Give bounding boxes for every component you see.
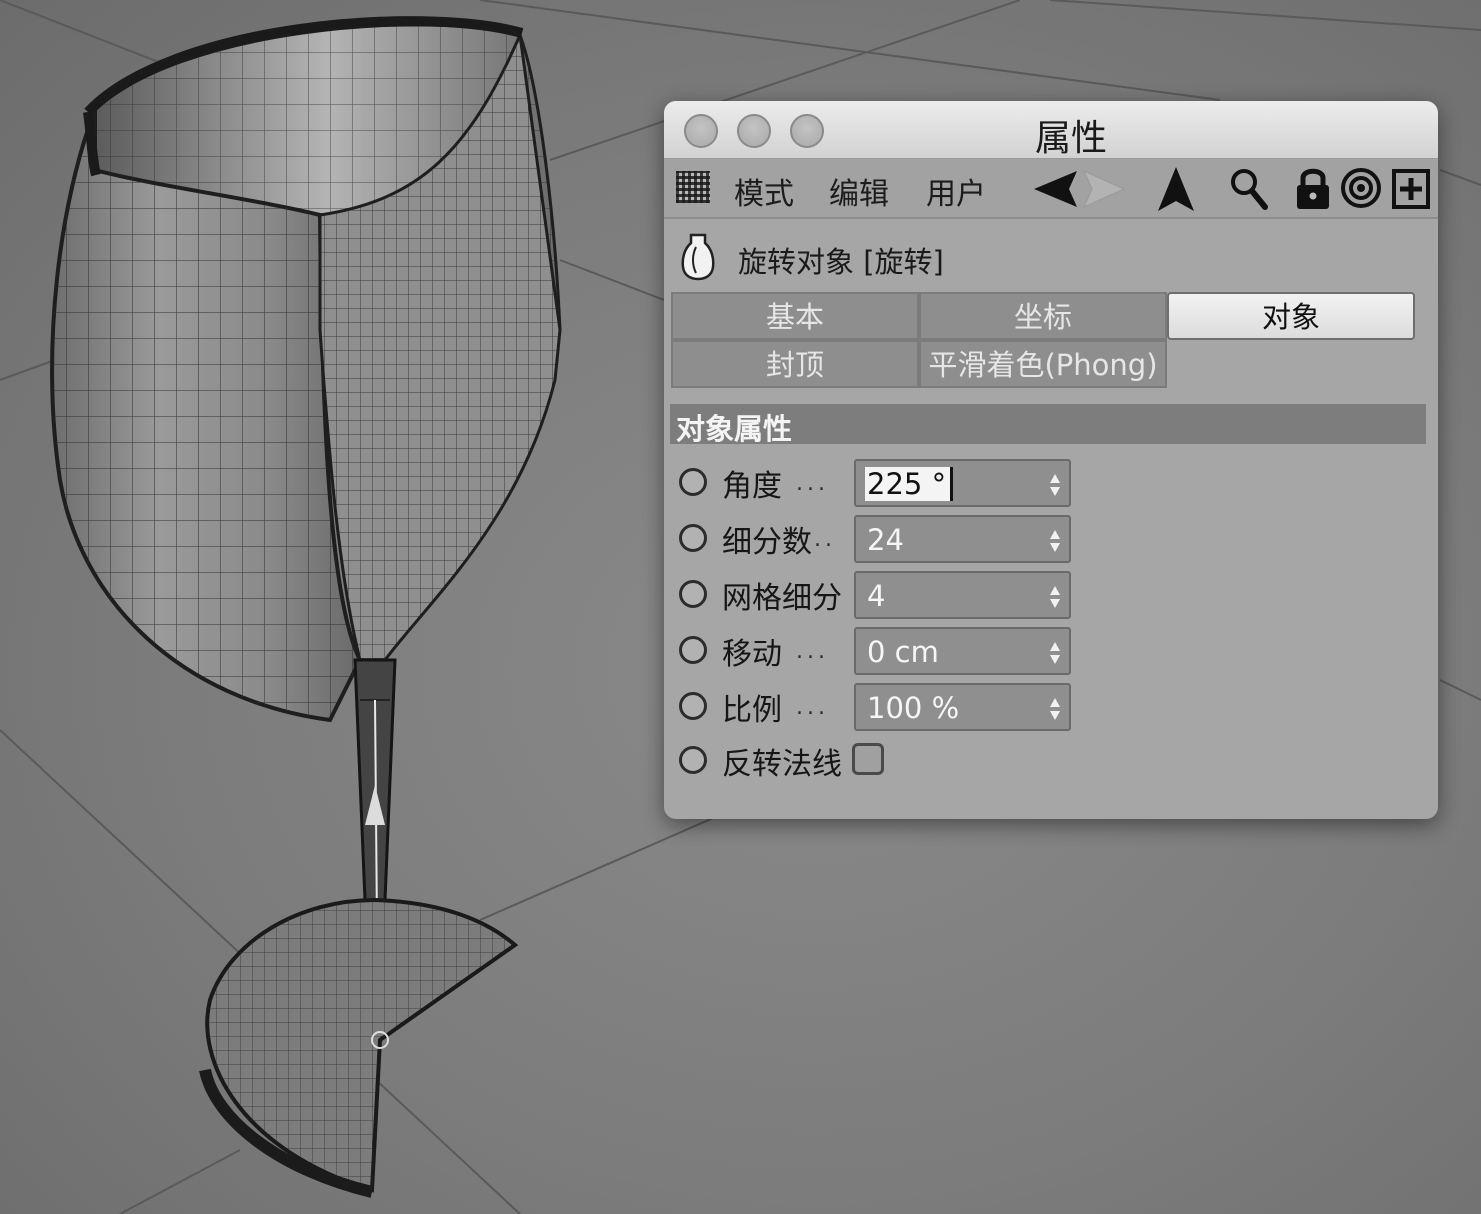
lock-icon[interactable] [1294,165,1332,211]
target-icon[interactable] [1340,167,1382,209]
menu-user[interactable]: 用户 [926,169,986,213]
lathe-object-icon [681,233,715,281]
property-label: 网格细分 [722,581,842,616]
animate-radio[interactable] [679,580,707,608]
isoparm-subdivisions-value: 4 [867,579,886,613]
tab-basic[interactable]: 基本 [671,292,919,340]
property-reverse-normals: 反转法线 [664,737,1438,789]
attributes-window: 属性 模式 编辑 用户 旋转对象 [旋转] 基本 坐标 对象 封顶 平滑着色(P… [664,101,1438,819]
object-header: 旋转对象 [旋转] [664,221,1438,293]
section-header: 对象属性 [670,404,1426,446]
tab-coordinates[interactable]: 坐标 [919,292,1167,340]
animate-radio[interactable] [679,468,707,496]
property-dots: ... [796,695,829,720]
back-arrow-icon[interactable] [1029,167,1129,211]
menu-bar: 模式 编辑 用户 [664,159,1438,219]
property-scale: 比例 ... 100 % [664,683,1438,735]
property-isoparm-subdivisions: 网格细分 4 [664,571,1438,623]
property-label: 比例 [722,693,782,728]
window-title: 属性 [1034,118,1107,159]
property-label: 反转法线 [722,747,842,782]
property-label: 移动 [722,637,782,672]
menu-mode[interactable]: 模式 [734,169,794,213]
angle-value: 225 ° [865,467,954,501]
property-dots: ... [796,471,829,496]
property-label: 角度 [722,469,782,504]
movement-value: 0 cm [867,635,939,669]
spinner-icon[interactable] [1049,585,1061,609]
animate-radio[interactable] [679,692,707,720]
angle-input[interactable]: 225 ° [854,459,1071,507]
spinner-icon[interactable] [1049,641,1061,665]
up-arrow-icon[interactable] [1154,165,1198,213]
animate-radio[interactable] [679,636,707,664]
object-label: 旋转对象 [旋转] [738,245,944,279]
property-label: 细分数 [722,525,812,560]
spinner-icon[interactable] [1049,697,1061,721]
section-title: 对象属性 [676,412,793,446]
tab-phong[interactable]: 平滑着色(Phong) [919,340,1167,388]
property-angle: 角度 ... 225 ° [664,459,1438,511]
new-panel-icon[interactable] [1392,169,1430,209]
scale-value: 100 % [867,691,960,725]
window-titlebar[interactable]: 属性 [664,101,1438,159]
spinner-icon[interactable] [1049,473,1061,497]
animate-radio[interactable] [679,524,707,552]
isoparm-subdivisions-input[interactable]: 4 [854,571,1071,619]
subdivisions-value: 24 [867,523,904,557]
property-subdivisions: 细分数 .. 24 [664,515,1438,567]
animate-radio[interactable] [679,746,707,774]
movement-input[interactable]: 0 cm [854,627,1071,675]
tab-object[interactable]: 对象 [1167,292,1415,340]
menu-edit[interactable]: 编辑 [829,169,889,213]
scale-input[interactable]: 100 % [854,683,1071,731]
reverse-normals-checkbox[interactable] [852,743,884,775]
property-dots: .. [814,527,836,552]
subdivisions-input[interactable]: 24 [854,515,1071,563]
grid-icon[interactable] [676,171,710,203]
search-icon[interactable] [1229,167,1269,211]
property-dots: ... [796,639,829,664]
spinner-icon[interactable] [1049,529,1061,553]
tab-caps[interactable]: 封顶 [671,340,919,388]
property-movement: 移动 ... 0 cm [664,627,1438,679]
